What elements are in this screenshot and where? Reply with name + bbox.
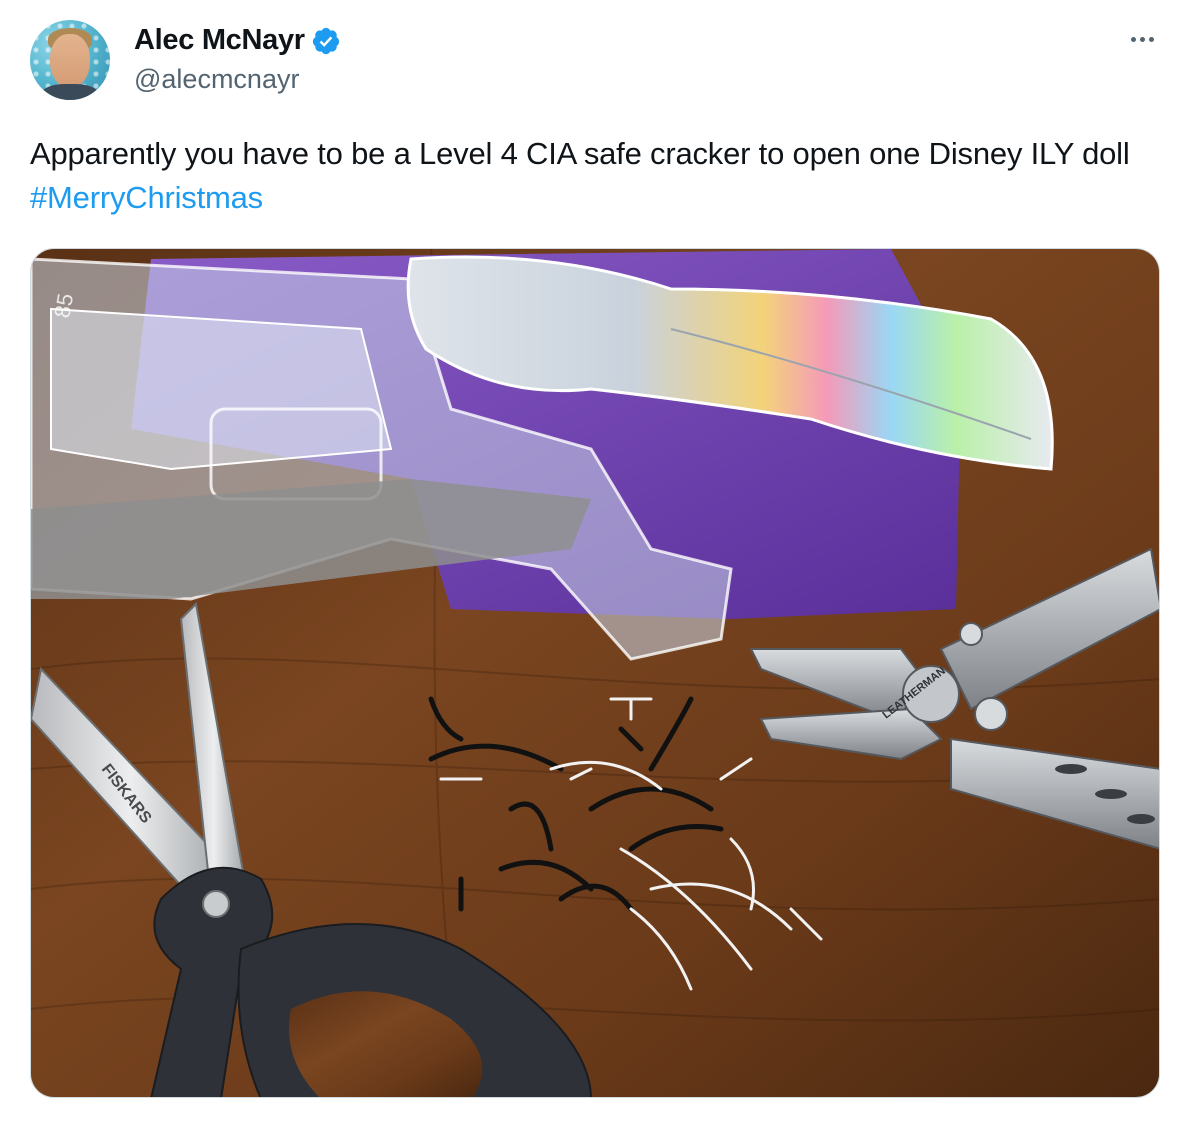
photo-illustration: 85 FISKARS LEATHERMAN <box>31 249 1159 1097</box>
tweet-text: Apparently you have to be a Level 4 CIA … <box>30 132 1160 220</box>
tweet-text-body: Apparently you have to be a Level 4 CIA … <box>30 136 1130 171</box>
hashtag-link[interactable]: #MerryChristmas <box>30 180 263 215</box>
avatar-face <box>50 34 90 88</box>
more-dot <box>1139 36 1145 42</box>
more-dot <box>1148 36 1154 42</box>
box-code-text: 85 <box>49 291 78 319</box>
author-handle[interactable]: @alecmcnayr <box>134 64 299 95</box>
more-dot <box>1130 36 1136 42</box>
more-horizontal-icon[interactable] <box>1122 24 1162 54</box>
tweet: Alec McNayr @alecmcnayr Apparently you h… <box>0 0 1182 1122</box>
tweet-photo[interactable]: 85 FISKARS LEATHERMAN <box>30 248 1160 1098</box>
avatar-shirt <box>40 84 100 100</box>
author-display-name[interactable]: Alec McNayr <box>134 24 305 57</box>
author-name-row: Alec McNayr <box>134 24 341 57</box>
verified-badge-icon <box>312 27 339 54</box>
avatar[interactable] <box>30 20 110 100</box>
